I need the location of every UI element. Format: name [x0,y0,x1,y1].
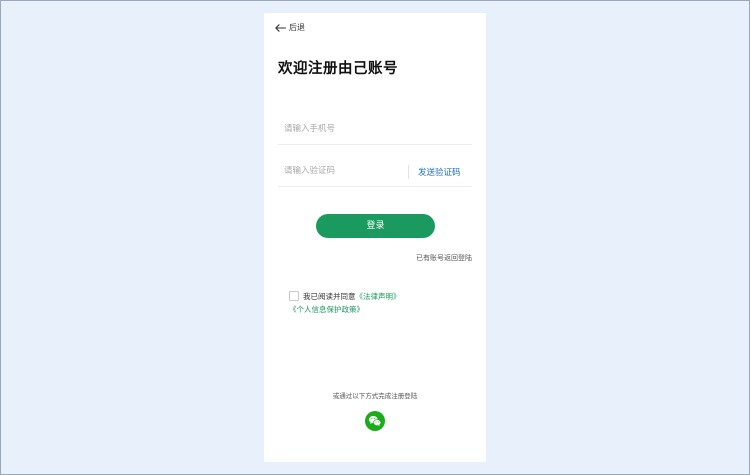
agreement-checkbox[interactable] [289,291,299,301]
verification-code-field: 发送验证码 [278,160,472,187]
agreement: 我已阅读并同意《法律声明》《个人信息保护政策》 [289,290,469,316]
alt-login-text: 或通过以下方式完成注册登陆 [332,392,418,400]
page-title: 欢迎注册由己账号 [278,61,398,77]
back-button[interactable]: 后退 [275,22,305,33]
back-label: 后退 [289,23,305,32]
agreement-text: 我已阅读并同意《法律声明》《个人信息保护政策》 [289,290,469,316]
phone-field [278,118,472,145]
field-divider [408,165,409,179]
wechat-login-button[interactable] [365,411,385,431]
agreement-prefix: 我已阅读并同意 [303,292,356,301]
phone-input[interactable] [284,124,394,134]
wechat-icon [365,411,385,431]
verification-code-input[interactable] [284,166,394,176]
back-to-login-link[interactable]: 已有账号返回登陆 [416,253,472,263]
privacy-policy-link[interactable]: 《个人信息保护政策》 [289,305,364,314]
login-button[interactable]: 登录 [316,214,435,238]
send-code-button[interactable]: 发送验证码 [418,166,461,178]
legal-statement-link[interactable]: 《法律声明》 [356,292,401,301]
arrow-left-icon [275,23,286,32]
register-page: 后退 欢迎注册由己账号 发送验证码 登录 已有账号返回登陆 我已阅读并同意《法律… [264,13,486,462]
